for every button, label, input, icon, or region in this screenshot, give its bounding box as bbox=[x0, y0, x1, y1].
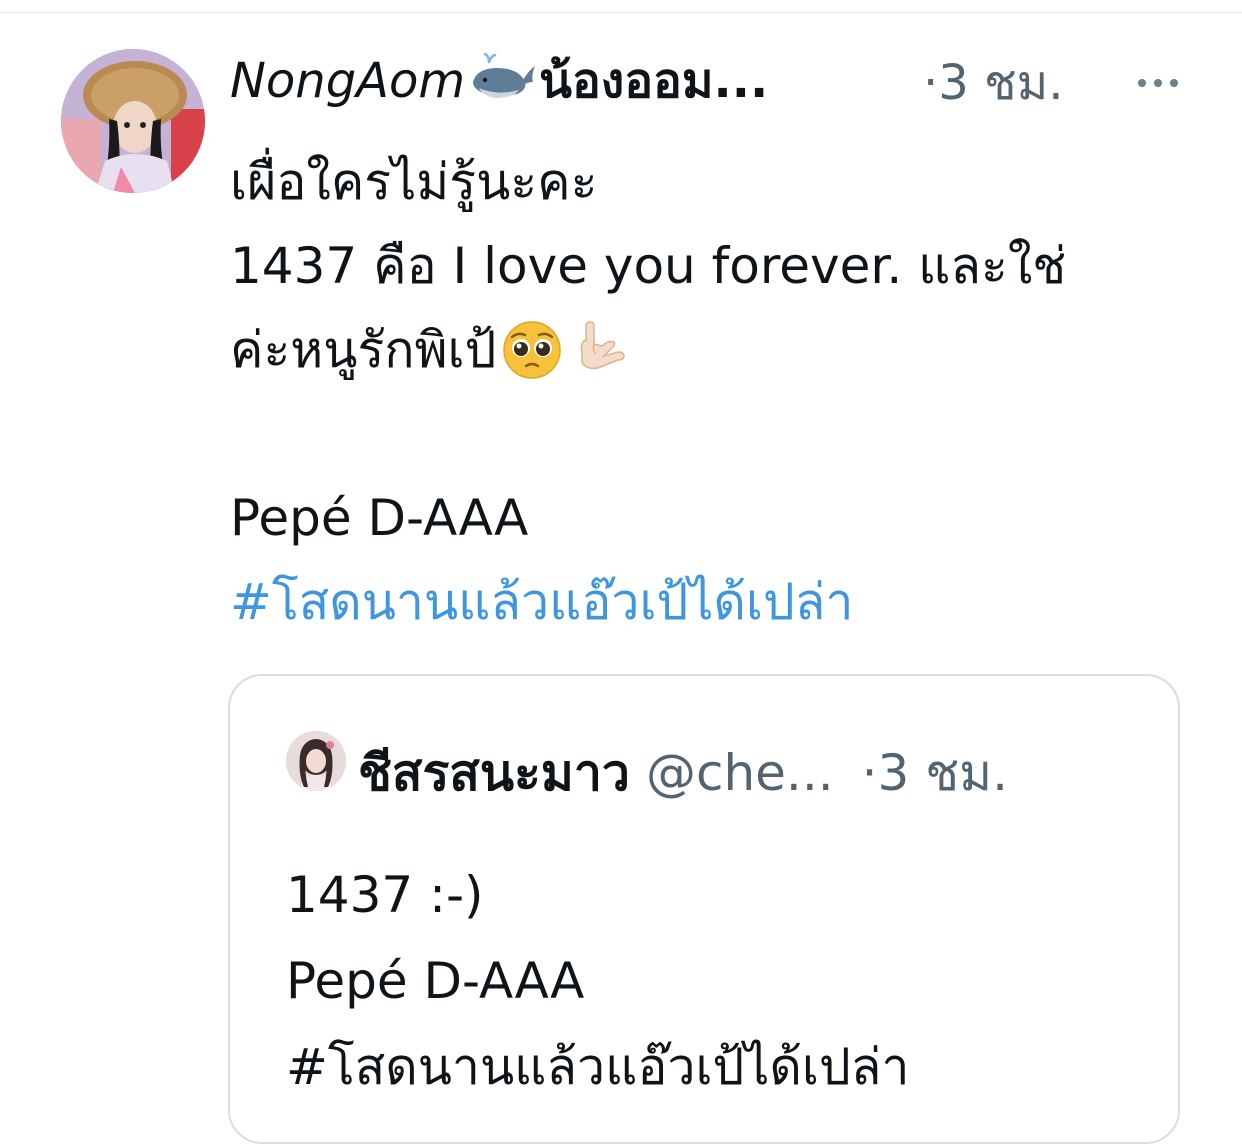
quote-line: Pepé D-AAA bbox=[286, 952, 585, 1010]
sign-of-horns-emoji bbox=[568, 318, 632, 382]
quote-avatar[interactable] bbox=[286, 731, 346, 791]
author-name-thai: น้องออม... bbox=[539, 53, 769, 109]
tweet-header: NongAom น้องออม... ·3 ชม. bbox=[230, 46, 1190, 116]
quote-header: ชีสรสนะมาว @che... ·3 ชม. bbox=[358, 738, 1008, 808]
top-divider bbox=[0, 12, 1242, 13]
quote-line: #โสดนานแล้วแอ๊วเป้ได้เปล่า bbox=[286, 1038, 910, 1096]
whale-icon bbox=[467, 52, 537, 104]
tweet-line: เผื่อใครไม่รู้นะคะ bbox=[230, 153, 598, 211]
quote-text: 1437 :-) Pepé D-AAA #โสดนานแล้วแอ๊วเป้ได… bbox=[286, 852, 909, 1110]
more-options-button[interactable] bbox=[1128, 46, 1188, 116]
author-avatar[interactable] bbox=[61, 49, 205, 193]
hashtag-link[interactable]: #โสดนานแล้วแอ๊วเป้ได้เปล่า bbox=[230, 560, 1210, 644]
tweet-text: เผื่อใครไม่รู้นะคะ 1437 คือ I love you f… bbox=[230, 140, 1210, 644]
quoted-tweet-card[interactable]: ชีสรสนะมาว @che... ·3 ชม. 1437 :-) Pepé D-… bbox=[228, 674, 1180, 1144]
tweet-timestamp[interactable]: ·3 ชม. bbox=[923, 50, 1064, 116]
quote-timestamp[interactable]: ·3 ชม. bbox=[862, 744, 1008, 802]
tweet-line: 1437 คือ I love you forever. และใช่ bbox=[230, 237, 1067, 295]
pleading-face-emoji bbox=[500, 318, 564, 382]
quote-handle[interactable]: @che... bbox=[646, 744, 834, 802]
tweet-line: Pepé D-AAA bbox=[230, 489, 529, 547]
tweet-line-with-emoji: ค่ะหนูรักพิเป้ bbox=[230, 308, 1210, 392]
quote-display-name[interactable]: ชีสรสนะมาว bbox=[358, 744, 630, 802]
quote-line: 1437 :-) bbox=[286, 866, 484, 924]
author-display-name[interactable]: NongAom น้องออม... bbox=[230, 48, 768, 114]
author-name-latin: NongAom bbox=[230, 53, 466, 109]
tweet-line-text: ค่ะหนูรักพิเป้ bbox=[230, 321, 497, 379]
